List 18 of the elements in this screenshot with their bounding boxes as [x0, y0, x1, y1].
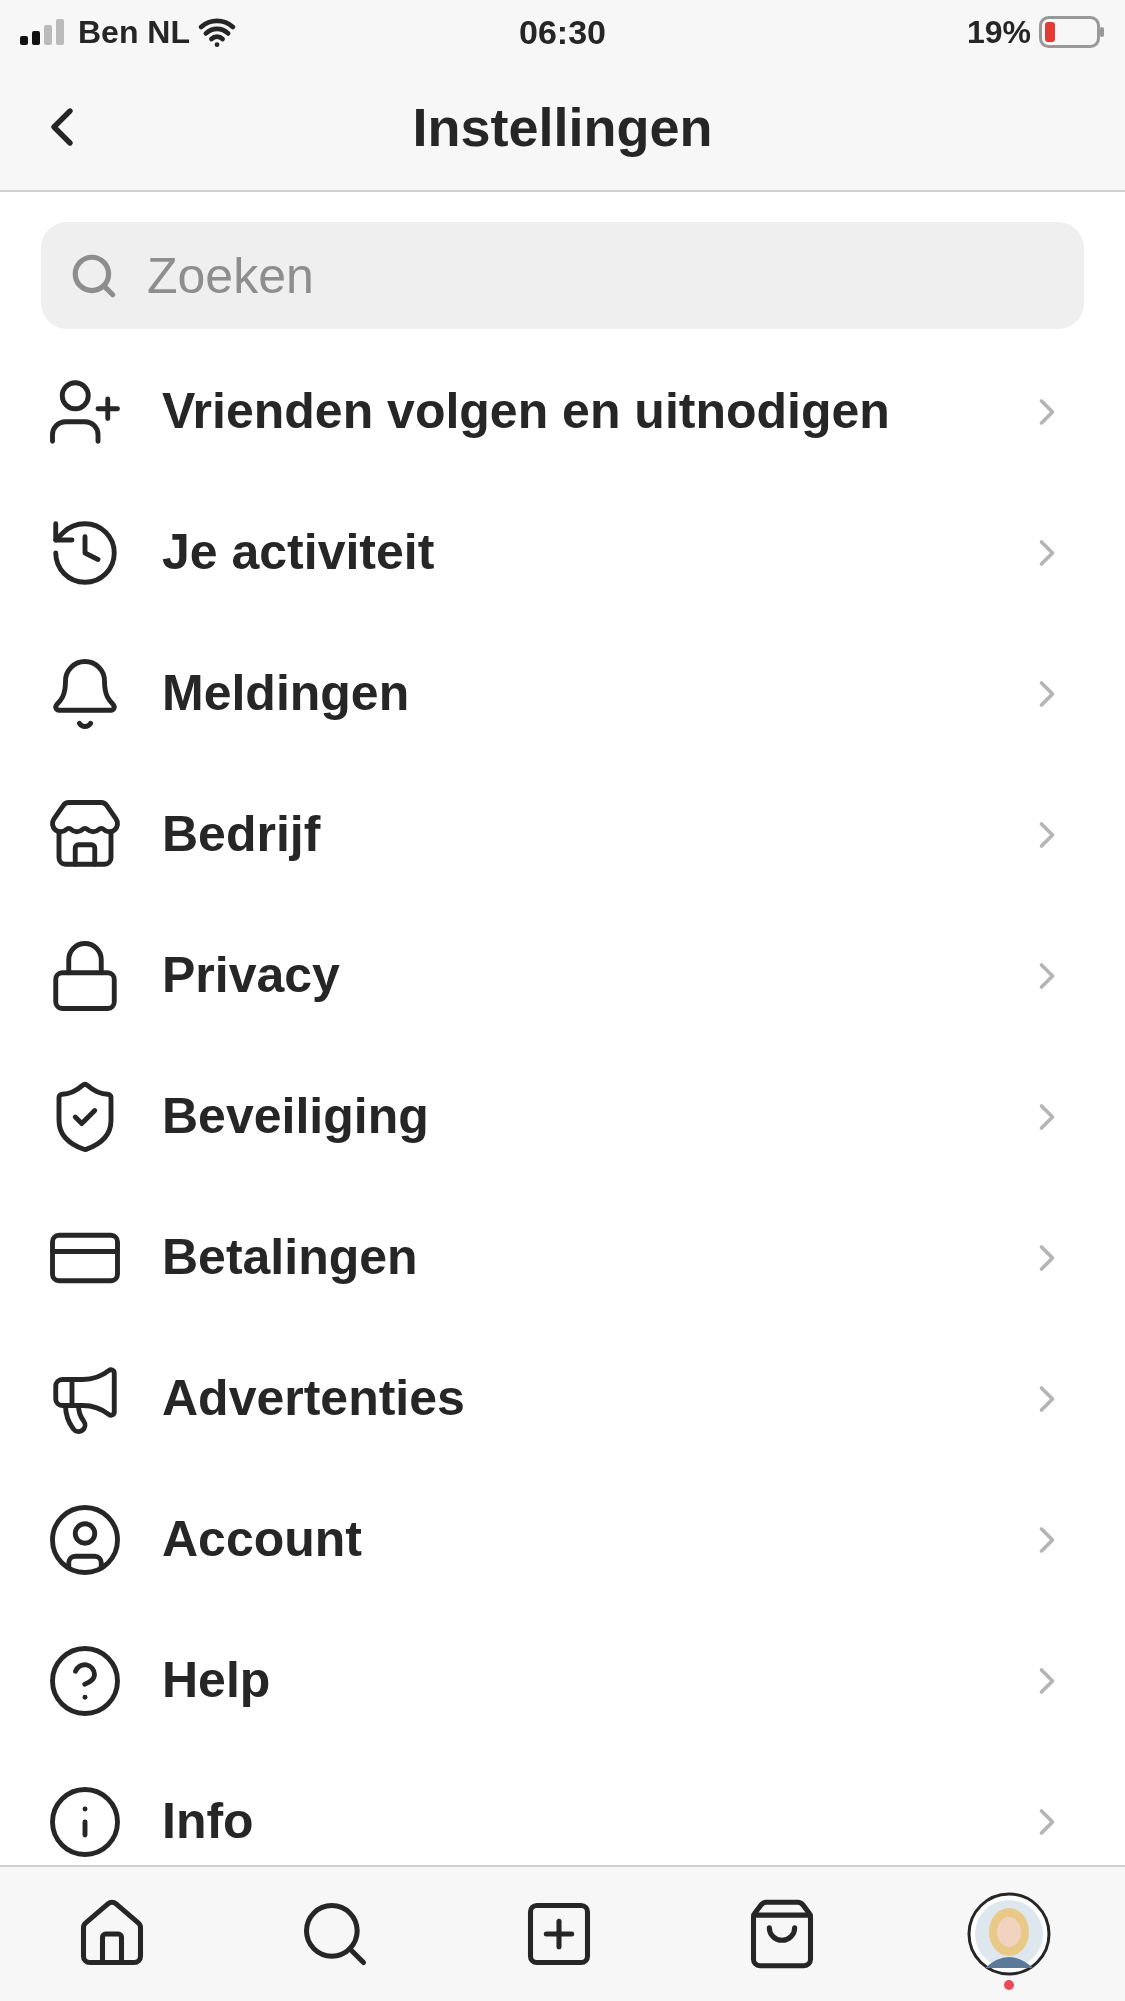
settings-item[interactable]: Beveiliging [0, 1046, 1125, 1187]
settings-item[interactable]: Meldingen [0, 623, 1125, 764]
settings-item[interactable]: Privacy [0, 905, 1125, 1046]
settings-item[interactable]: Advertenties [0, 1328, 1125, 1469]
clock-time: 06:30 [519, 11, 606, 53]
search-field[interactable]: Zoeken [41, 222, 1084, 329]
settings-item[interactable]: Vrienden volgen en uitnodigen [0, 341, 1125, 482]
settings-item[interactable]: Help [0, 1610, 1125, 1751]
page-title: Instellingen [412, 95, 713, 159]
settings-item[interactable]: Account [0, 1469, 1125, 1610]
settings-item[interactable]: Betalingen [0, 1187, 1125, 1328]
carrier-name: Ben NL [78, 13, 190, 52]
settings-item[interactable]: Info [0, 1751, 1125, 1865]
settings-item[interactable]: Je activiteit [0, 482, 1125, 623]
battery-percentage: 19% [966, 13, 1031, 52]
settings-item[interactable]: Bedrijf [0, 764, 1125, 905]
profile-avatar[interactable] [967, 1892, 1051, 1976]
battery-icon [1039, 16, 1105, 48]
